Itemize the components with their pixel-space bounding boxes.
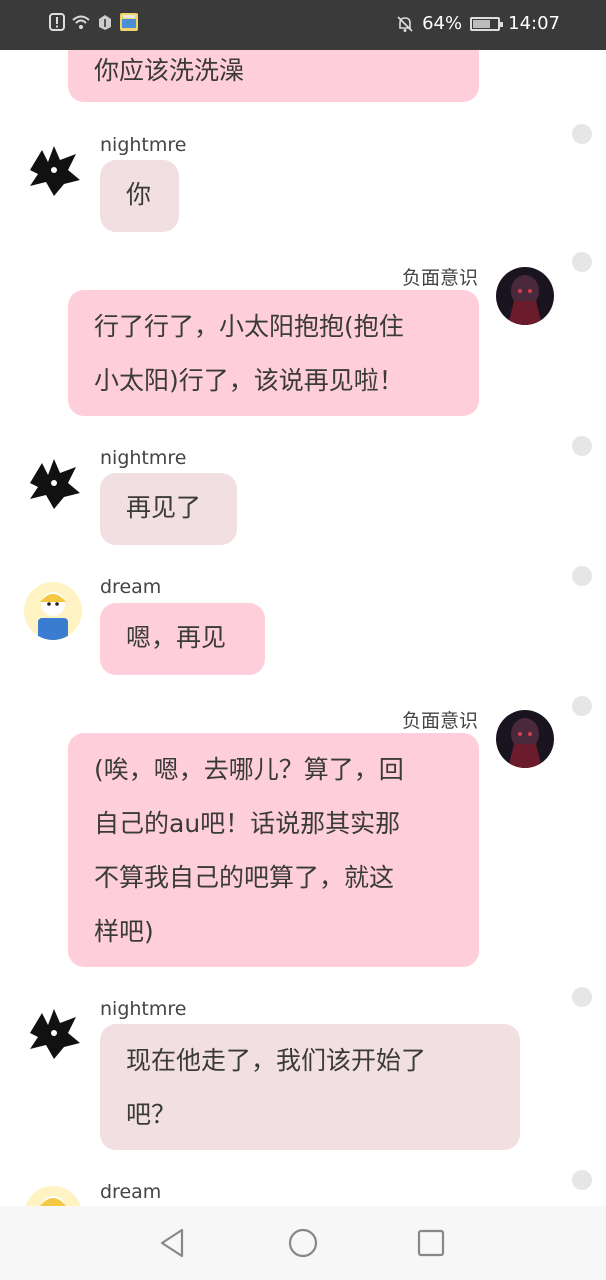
negative-avatar-image — [496, 267, 554, 325]
negative-avatar-image — [496, 710, 554, 768]
nightmare-avatar[interactable] — [24, 453, 82, 511]
message-line: 吧？ — [126, 1100, 177, 1129]
clock: 14:07 — [508, 13, 560, 34]
dream-avatar-image — [24, 1186, 82, 1206]
battery-percent: 64% — [422, 13, 463, 34]
sender-name: nightmre — [100, 447, 187, 469]
status-dot — [572, 566, 592, 586]
message-bubble[interactable]: 你 — [100, 160, 179, 232]
negative-avatar[interactable] — [496, 710, 554, 768]
message-text: 再见了 — [126, 493, 202, 522]
status-dot — [572, 987, 592, 1007]
home-circle-icon[interactable] — [286, 1226, 320, 1260]
recents-square-icon[interactable] — [414, 1226, 448, 1260]
navigation-bar — [0, 1206, 606, 1280]
bell-off-icon — [397, 15, 413, 32]
nightmare-avatar[interactable] — [24, 140, 82, 198]
sender-name: 负面意识 — [401, 267, 478, 289]
message-line: 样吧) — [94, 917, 154, 946]
message-line: 不算我自己的吧算了，就这 — [94, 863, 395, 892]
status-dot — [572, 696, 592, 716]
message-bubble[interactable]: 行了行了，小太阳抱抱(抱住 小太阳)行了，该说再见啦！ — [68, 290, 479, 416]
message-line: (唉，嗯，去哪儿？算了，回 — [94, 755, 404, 784]
back-triangle-icon[interactable] — [156, 1226, 190, 1260]
sender-name: dream — [100, 576, 162, 598]
message-bubble[interactable]: 现在他走了，我们该开始了 吧？ — [100, 1024, 520, 1150]
status-bar: 64% 14:07 — [0, 0, 606, 50]
sender-name: dream — [100, 1181, 162, 1203]
sender-name: 负面意识 — [401, 710, 478, 732]
chat-list[interactable]: 你应该洗洗澡 nightmre 你 负面意识 行了行了，小太阳抱抱(抱住 小太阳… — [0, 50, 606, 1206]
message-line: 行了行了，小太阳抱抱(抱住 — [94, 312, 404, 341]
nightmare-avatar[interactable] — [24, 1003, 82, 1061]
dream-avatar[interactable] — [24, 582, 82, 640]
nightmare-avatar-image — [24, 1003, 82, 1061]
status-dot — [572, 124, 592, 144]
sender-name: nightmre — [100, 998, 187, 1020]
message-text: 嗯，再见 — [126, 623, 227, 652]
message-bubble[interactable]: 你应该洗洗澡 — [68, 50, 479, 102]
wifi-icon — [72, 15, 90, 29]
message-line: 现在他走了，我们该开始了 — [126, 1046, 427, 1075]
nightmare-avatar-image — [24, 453, 82, 511]
status-dot — [572, 252, 592, 272]
message-text: 你 — [126, 180, 152, 209]
dream-avatar[interactable] — [24, 1186, 82, 1206]
battery-icon — [470, 16, 504, 31]
message-bubble[interactable]: 嗯，再见 — [100, 603, 265, 675]
message-bubble[interactable]: 再见了 — [100, 473, 237, 545]
nightmare-avatar-image — [24, 140, 82, 198]
alert-icon — [49, 13, 65, 31]
negative-avatar[interactable] — [496, 267, 554, 325]
message-bubble[interactable]: (唉，嗯，去哪儿？算了，回 自己的au吧！话说那其实那 不算我自己的吧算了，就这… — [68, 733, 479, 967]
status-dot — [572, 436, 592, 456]
message-line: 小太阳)行了，该说再见啦！ — [94, 366, 404, 395]
sender-name: nightmre — [100, 134, 187, 156]
app-icon — [99, 15, 111, 30]
message-line: 自己的au吧！话说那其实那 — [94, 809, 401, 838]
app-notification-icon — [120, 13, 138, 31]
status-dot — [572, 1170, 592, 1190]
dream-avatar-image — [24, 582, 82, 640]
message-text: 你应该洗洗澡 — [94, 56, 245, 85]
